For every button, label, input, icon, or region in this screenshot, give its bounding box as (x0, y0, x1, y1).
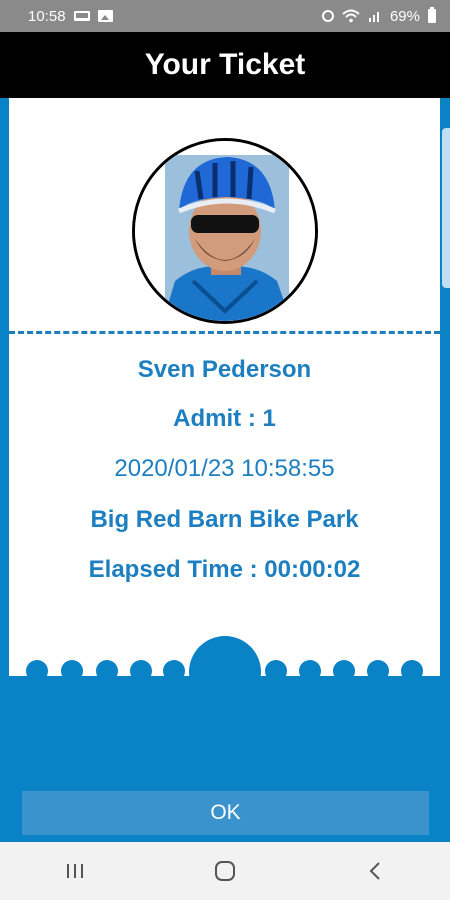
ticket-divider (9, 331, 440, 334)
status-bar: 10:58 69% (0, 0, 450, 32)
navigation-bar (0, 842, 450, 900)
status-time: 10:58 (28, 7, 66, 25)
status-bar-left: 10:58 (28, 8, 113, 25)
alarm-icon (321, 10, 334, 22)
ticket-card: Sven Pederson Admit : 1 2020/01/23 10:58… (9, 98, 440, 676)
ticket-elapsed-time: Elapsed Time : 00:00:02 (88, 556, 361, 583)
page-title: Your Ticket (0, 32, 450, 98)
avatar-photo (135, 141, 315, 321)
laptop-icon (73, 11, 90, 21)
back-button[interactable] (355, 851, 395, 891)
ok-button[interactable]: OK (22, 791, 429, 835)
recent-apps-button[interactable] (55, 851, 95, 891)
image-icon (97, 10, 113, 22)
scrollbar[interactable] (442, 128, 450, 288)
status-bar-right: 69% (321, 7, 436, 25)
ticket-location: Big Red Barn Bike Park (90, 506, 359, 533)
home-button[interactable] (205, 851, 245, 891)
recent-apps-icon (67, 864, 83, 878)
ticket-timestamp: 2020/01/23 10:58:55 (114, 455, 335, 482)
home-icon (215, 861, 235, 881)
battery-percent: 69% (389, 7, 420, 25)
ticket-admit-count: Admit : 1 (173, 405, 276, 432)
ticket-holder-name: Sven Pederson (137, 356, 312, 383)
avatar (132, 138, 318, 324)
wifi-icon (342, 9, 360, 23)
battery-icon (428, 7, 436, 23)
back-icon (369, 862, 380, 880)
signal-icon (368, 12, 379, 22)
